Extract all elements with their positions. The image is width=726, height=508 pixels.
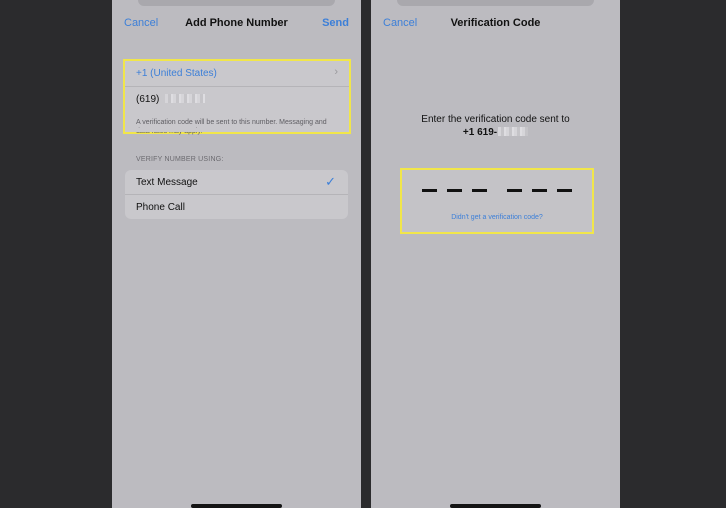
sms-notice: A verification code will be sent to this… <box>136 119 327 135</box>
country-selector[interactable]: +1 (United States) › <box>125 61 349 87</box>
sheet-stack-edge <box>138 0 335 6</box>
checkmark-icon: ✓ <box>325 174 336 189</box>
redacted-number <box>165 94 206 103</box>
verify-method-list: Text Message ✓ Phone Call <box>125 170 348 219</box>
code-digit-slot <box>447 189 462 192</box>
phone-number-form: +1 (United States) › (619) A verificatio… <box>123 59 351 135</box>
code-digit-slot <box>422 189 437 192</box>
home-indicator <box>191 504 282 508</box>
resend-code-link[interactable]: Didn't get a verification code? <box>402 214 592 221</box>
redacted-number <box>498 127 529 136</box>
page-title: Verification Code <box>450 17 541 29</box>
verification-number: +1 619- <box>371 127 620 138</box>
verify-method-header: VERIFY NUMBER USING: <box>136 156 224 163</box>
option-label: Phone Call <box>136 202 185 213</box>
chevron-right-icon: › <box>334 66 338 78</box>
home-indicator <box>450 504 541 508</box>
code-entry-box: Didn't get a verification code? <box>400 168 594 234</box>
verification-code-screen: Cancel Verification Code Enter the verif… <box>371 0 620 508</box>
nav-bar: Cancel Verification Code <box>371 14 620 34</box>
code-digit-slot <box>507 189 522 192</box>
number-prefix: +1 619- <box>462 127 498 138</box>
send-button[interactable]: Send <box>322 17 349 29</box>
phone-number-value: (619) <box>136 94 206 105</box>
nav-bar: Cancel Add Phone Number Send <box>112 14 361 34</box>
code-digit-slot <box>472 189 487 192</box>
country-label: +1 (United States) <box>136 68 217 79</box>
add-phone-number-screen: Cancel Add Phone Number Send +1 (United … <box>112 0 361 508</box>
phone-number-field[interactable]: (619) <box>125 87 349 113</box>
area-code: (619) <box>136 94 160 105</box>
option-text-message[interactable]: Text Message ✓ <box>125 170 348 195</box>
code-digit-slot <box>557 189 572 192</box>
option-phone-call[interactable]: Phone Call <box>125 195 348 219</box>
code-digit-slot <box>532 189 547 192</box>
option-label: Text Message <box>136 177 198 188</box>
sheet-stack-edge <box>397 0 594 6</box>
verification-instruction: Enter the verification code sent to <box>421 114 570 125</box>
code-input[interactable] <box>422 189 572 193</box>
